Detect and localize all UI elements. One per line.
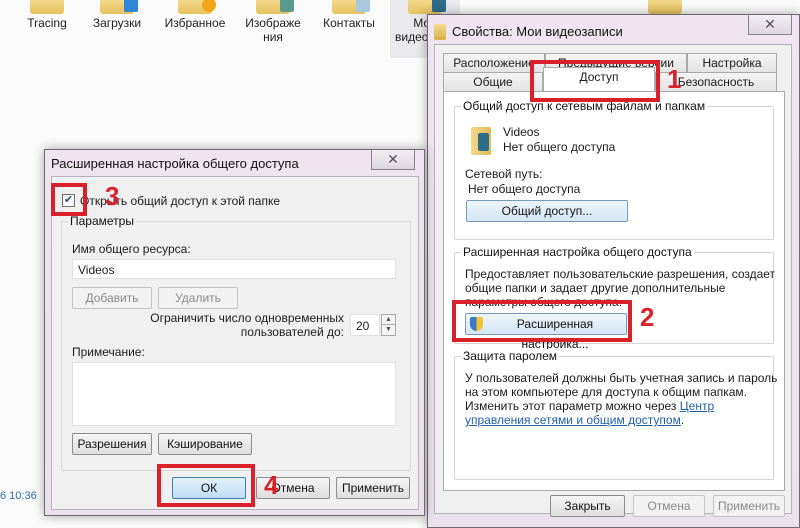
share-button[interactable]: Общий доступ... — [466, 200, 628, 222]
desktop-icon-label: Загрузки — [92, 16, 142, 30]
user-limit-spinner[interactable]: ▲ ▼ — [381, 314, 396, 336]
tab-customize[interactable]: Настройка — [687, 53, 777, 73]
cancel-button[interactable]: Отмена — [633, 495, 705, 517]
desktop-icons-faded — [470, 0, 800, 30]
videos-folder-icon — [434, 24, 446, 40]
password-text-2: на этом компьютере для доступа к общим п… — [465, 385, 748, 399]
user-limit-input[interactable]: 20 — [350, 314, 380, 336]
limit-label-2: пользователей до: — [240, 325, 344, 339]
parameters-group-label: Параметры — [68, 214, 136, 228]
desktop-icon-label: Изображения — [245, 16, 301, 44]
password-text-3-prefix: Изменить этот параметр можно через — [465, 399, 680, 413]
step4-highlight — [157, 464, 255, 507]
password-protection-group-label: Защита паролем — [461, 349, 560, 363]
add-button[interactable]: Добавить — [72, 287, 152, 309]
advanced-share-desc-2: общие папки и задает другие дополнительн… — [465, 281, 726, 295]
advanced-dialog-title: Расширенная настройка общего доступа — [51, 156, 299, 171]
share-name-label: Имя общего ресурса: — [72, 242, 191, 256]
network-share-group: Общий доступ к сетевым файлам и папкам V… — [454, 99, 774, 240]
advanced-sharing-dialog: Расширенная настройка общего доступа ✕ ✔… — [44, 149, 425, 516]
desktop-icon-tracing[interactable]: Tracing — [12, 0, 82, 30]
comment-label: Примечание: — [72, 345, 145, 359]
desktop-icon-pictures[interactable]: Изображения — [238, 0, 308, 44]
caching-button[interactable]: Кэширование — [158, 433, 252, 455]
network-path-value: Нет общего доступа — [468, 182, 581, 196]
sharing-tab-panel: Общий доступ к сетевым файлам и папкам V… — [443, 91, 785, 491]
advanced-share-group-label: Расширенная настройка общего доступа — [461, 245, 694, 259]
file-timestamp: 6 10:36 — [0, 490, 37, 502]
desktop-icon-favorites[interactable]: Избранное — [160, 0, 230, 30]
close-button[interactable]: Закрыть — [550, 495, 625, 517]
close-icon[interactable]: ✕ — [748, 15, 792, 35]
password-text-3: Изменить этот параметр можно через Центр — [465, 399, 714, 413]
properties-client: Расположение Предыдущие версии Настройка… — [434, 44, 792, 517]
pictures-folder-icon — [256, 0, 294, 14]
folder-share-status: Нет общего доступа — [503, 140, 616, 154]
comment-textarea[interactable] — [72, 362, 396, 426]
videos-folder-icon — [408, 0, 446, 14]
apply-button[interactable]: Применить — [336, 477, 410, 499]
desktop-icon-downloads[interactable]: Загрузки — [82, 0, 152, 30]
desktop-icon-label: Tracing — [27, 16, 67, 30]
step3-number: 3 — [105, 181, 120, 211]
properties-title: Свойства: Мои видеозаписи — [452, 24, 623, 39]
spin-up-icon[interactable]: ▲ — [381, 314, 396, 325]
folder-icon — [30, 0, 64, 14]
parameters-group: Параметры Имя общего ресурса: Videos Доб… — [61, 214, 411, 471]
step3-highlight — [51, 183, 87, 216]
password-protection-group: Защита паролем У пользователей должны бы… — [454, 349, 778, 480]
folder-name: Videos — [503, 125, 540, 139]
step1-highlight — [530, 60, 660, 102]
desktop-icon-label: Избранное — [164, 16, 226, 30]
downloads-folder-icon — [100, 0, 138, 14]
advanced-share-desc-1: Предоставляет пользовательские разрешени… — [465, 267, 776, 281]
network-center-link[interactable]: Центр — [680, 399, 714, 413]
videos-folder-icon — [471, 127, 491, 155]
step2-number: 2 — [640, 302, 655, 332]
desktop-icon-label: Контакты — [323, 16, 375, 30]
password-text-4: управления сетями и общим доступом. — [465, 413, 684, 427]
step1-number: 1 — [667, 64, 682, 94]
close-icon[interactable]: ✕ — [371, 150, 415, 170]
apply-button[interactable]: Применить — [713, 495, 785, 517]
remove-button[interactable]: Удалить — [158, 287, 238, 309]
limit-label-1: Ограничить число одновременных — [150, 311, 344, 325]
period: . — [680, 413, 685, 427]
permissions-button[interactable]: Разрешения — [72, 433, 152, 455]
step4-number: 4 — [264, 470, 279, 500]
network-path-label: Сетевой путь: — [465, 167, 543, 181]
step2-highlight — [452, 300, 632, 342]
network-center-link-cont[interactable]: управления сетями и общим доступом — [465, 413, 681, 427]
password-text-1: У пользователей должны быть учетная запи… — [465, 371, 778, 385]
tab-general[interactable]: Общие — [443, 72, 543, 92]
desktop-icon-contacts[interactable]: Контакты — [314, 0, 384, 30]
favorites-folder-icon — [178, 0, 216, 14]
spin-down-icon[interactable]: ▼ — [381, 325, 396, 336]
advanced-dialog-client: ✔ Открыть общий доступ к этой папке Пара… — [51, 176, 419, 510]
share-name-input[interactable]: Videos — [72, 259, 396, 279]
contacts-folder-icon — [332, 0, 370, 14]
